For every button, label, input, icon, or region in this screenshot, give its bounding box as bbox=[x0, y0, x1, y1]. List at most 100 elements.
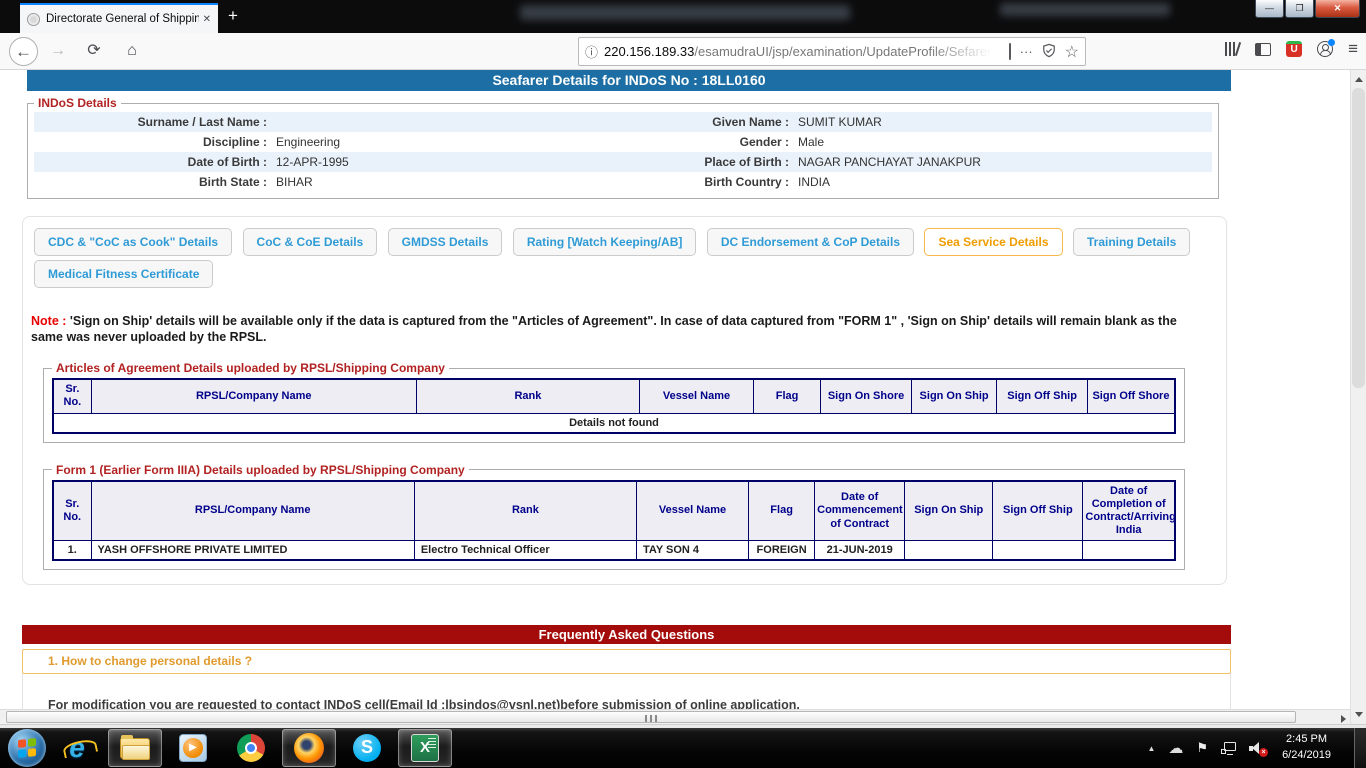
form1-header-row: Sr. No. RPSL/Company Name Rank Vessel Na… bbox=[53, 481, 1175, 541]
tab-training[interactable]: Training Details bbox=[1073, 228, 1190, 256]
account-icon[interactable] bbox=[1317, 41, 1333, 57]
indos-row: Discipline :Engineering Gender :Male bbox=[34, 132, 1212, 152]
col-header: Date of Commencement of Contract bbox=[815, 481, 905, 541]
window-controls: — ❐ ✕ bbox=[1254, 0, 1360, 18]
tab-coc-coe[interactable]: CoC & CoE Details bbox=[243, 228, 378, 256]
browser-toolbar: ← → ⟳ ⌂ ⓘ 220.156.189.33/esamudraUI/jsp/… bbox=[0, 33, 1366, 70]
url-bar[interactable]: ⓘ 220.156.189.33/esamudraUI/jsp/examinat… bbox=[578, 37, 1086, 66]
redacted-area bbox=[520, 5, 850, 20]
taskbar-internet-explorer[interactable]: e bbox=[50, 729, 104, 767]
col-header: Flag bbox=[749, 481, 815, 541]
chrome-icon bbox=[237, 734, 265, 762]
faq-question[interactable]: 1. How to change personal details ? bbox=[22, 649, 1231, 674]
col-header: Sign Off Ship bbox=[997, 379, 1088, 413]
taskbar-clock[interactable]: 2:45 PM 6/24/2019 bbox=[1282, 732, 1331, 764]
browser-titlebar: Directorate General of Shipping ✕ + — ❐ … bbox=[0, 0, 1366, 33]
col-header: Sign On Ship bbox=[911, 379, 997, 413]
page-content: Seafarer Details for INDoS No : 18LL0160… bbox=[0, 70, 1350, 709]
tab-gmdss[interactable]: GMDSS Details bbox=[388, 228, 503, 256]
windows-taskbar: e ▶ S X ▲ ☁ ⚑ × 2:45 PM 6/24/2019 bbox=[0, 728, 1366, 768]
indos-details-legend: INDoS Details bbox=[34, 96, 121, 110]
internet-explorer-icon: e bbox=[69, 732, 85, 764]
field-label: Surname / Last Name : bbox=[34, 115, 276, 129]
field-label: Birth State : bbox=[34, 175, 276, 189]
cell-rank: Electro Technical Officer bbox=[414, 541, 636, 561]
skype-icon: S bbox=[353, 734, 381, 762]
page-title: Seafarer Details for INDoS No : 18LL0160 bbox=[27, 70, 1231, 91]
scroll-down-arrow-icon[interactable] bbox=[1355, 712, 1363, 717]
vertical-scrollbar[interactable] bbox=[1350, 70, 1366, 724]
articles-legend: Articles of Agreement Details uploaded b… bbox=[52, 361, 449, 375]
network-icon[interactable] bbox=[1221, 742, 1236, 754]
redacted-area bbox=[1000, 3, 1170, 16]
taskbar-firefox[interactable] bbox=[282, 729, 336, 767]
tray-expand-icon[interactable]: ▲ bbox=[1147, 744, 1155, 753]
site-favicon-icon bbox=[27, 13, 40, 26]
cell-sr-no: 1. bbox=[53, 541, 91, 561]
tab-medical-fitness[interactable]: Medical Fitness Certificate bbox=[34, 260, 213, 288]
tab-close-icon[interactable]: ✕ bbox=[203, 14, 211, 25]
window-maximize-button[interactable]: ❐ bbox=[1285, 0, 1314, 18]
action-center-flag-icon[interactable]: ⚑ bbox=[1196, 740, 1208, 756]
page-actions-icon[interactable]: ··· bbox=[1020, 44, 1033, 59]
horizontal-scroll-thumb[interactable] bbox=[6, 711, 1296, 723]
tabs-row-1: CDC & "CoC as Cook" Details CoC & CoE De… bbox=[29, 226, 1220, 258]
reload-button[interactable]: ⟳ bbox=[82, 40, 106, 62]
start-button[interactable] bbox=[8, 729, 46, 767]
horizontal-scrollbar[interactable] bbox=[0, 709, 1350, 724]
site-info-icon[interactable]: ⓘ bbox=[585, 42, 598, 61]
cell-commencement-date: 21-JUN-2019 bbox=[815, 541, 905, 561]
bookmark-star-icon[interactable]: ☆ bbox=[1065, 42, 1079, 62]
scroll-up-arrow-icon[interactable] bbox=[1355, 77, 1363, 82]
col-header: Sign Off Ship bbox=[993, 481, 1083, 541]
reader-mode-icon[interactable] bbox=[1009, 43, 1011, 60]
col-header: RPSL/Company Name bbox=[91, 379, 416, 413]
onedrive-cloud-icon[interactable]: ☁ bbox=[1168, 739, 1183, 757]
hamburger-menu-icon[interactable]: ≡ bbox=[1348, 41, 1358, 57]
protection-shield-icon[interactable] bbox=[1042, 43, 1056, 61]
cell-sign-on-ship bbox=[905, 541, 993, 561]
taskbar-skype[interactable]: S bbox=[340, 729, 394, 767]
extension-icon[interactable]: U bbox=[1286, 41, 1302, 57]
field-value: 12-APR-1995 bbox=[276, 155, 349, 169]
cell-flag: FOREIGN bbox=[749, 541, 815, 561]
col-header: Sr. No. bbox=[53, 481, 91, 541]
cell-company: YASH OFFSHORE PRIVATE LIMITED bbox=[91, 541, 414, 561]
browser-tab[interactable]: Directorate General of Shipping ✕ bbox=[20, 3, 218, 33]
tab-rating-watch-keeping[interactable]: Rating [Watch Keeping/AB] bbox=[513, 228, 697, 256]
taskbar-windows-explorer[interactable] bbox=[108, 729, 162, 767]
field-value: Engineering bbox=[276, 135, 340, 149]
tab-sea-service[interactable]: Sea Service Details bbox=[924, 228, 1062, 256]
show-desktop-button[interactable] bbox=[1354, 728, 1366, 768]
url-path: /esamudraUI/jsp/examination/UpdateProfil… bbox=[694, 44, 999, 59]
field-value: SUMIT KUMAR bbox=[798, 115, 882, 129]
taskbar-chrome[interactable] bbox=[224, 729, 278, 767]
tab-cdc-coc-as-cook[interactable]: CDC & "CoC as Cook" Details bbox=[34, 228, 232, 256]
col-header: Sign Off Shore bbox=[1087, 379, 1175, 413]
window-close-button[interactable]: ✕ bbox=[1315, 0, 1360, 18]
col-header: Rank bbox=[416, 379, 639, 413]
taskbar-excel[interactable]: X bbox=[398, 729, 452, 767]
new-tab-button[interactable]: + bbox=[228, 6, 238, 26]
field-label: Place of Birth : bbox=[623, 155, 798, 169]
volume-muted-icon[interactable]: × bbox=[1249, 742, 1265, 755]
window-minimize-button[interactable]: — bbox=[1255, 0, 1284, 18]
indos-row: Surname / Last Name : Given Name :SUMIT … bbox=[34, 112, 1212, 132]
sidebar-toggle-icon[interactable] bbox=[1255, 43, 1271, 56]
scroll-right-arrow-icon[interactable] bbox=[1341, 715, 1346, 723]
home-button[interactable]: ⌂ bbox=[120, 40, 144, 62]
windows-logo-icon bbox=[18, 738, 36, 758]
media-player-icon: ▶ bbox=[179, 734, 207, 762]
library-icon[interactable] bbox=[1224, 41, 1240, 57]
url-domain: 220.156.189.33 bbox=[604, 44, 694, 59]
taskbar-media-player[interactable]: ▶ bbox=[166, 729, 220, 767]
clock-time: 2:45 PM bbox=[1282, 732, 1331, 748]
tab-dc-endorsement-cop[interactable]: DC Endorsement & CoP Details bbox=[707, 228, 914, 256]
system-tray: ▲ ☁ ⚑ × 2:45 PM 6/24/2019 bbox=[1147, 728, 1366, 768]
field-label: Date of Birth : bbox=[34, 155, 276, 169]
forward-button[interactable]: → bbox=[46, 40, 70, 62]
form1-legend: Form 1 (Earlier Form IIIA) Details uploa… bbox=[52, 463, 469, 477]
back-button[interactable]: ← bbox=[9, 37, 38, 66]
vertical-scroll-thumb[interactable] bbox=[1352, 88, 1365, 388]
cell-vessel: TAY SON 4 bbox=[637, 541, 749, 561]
